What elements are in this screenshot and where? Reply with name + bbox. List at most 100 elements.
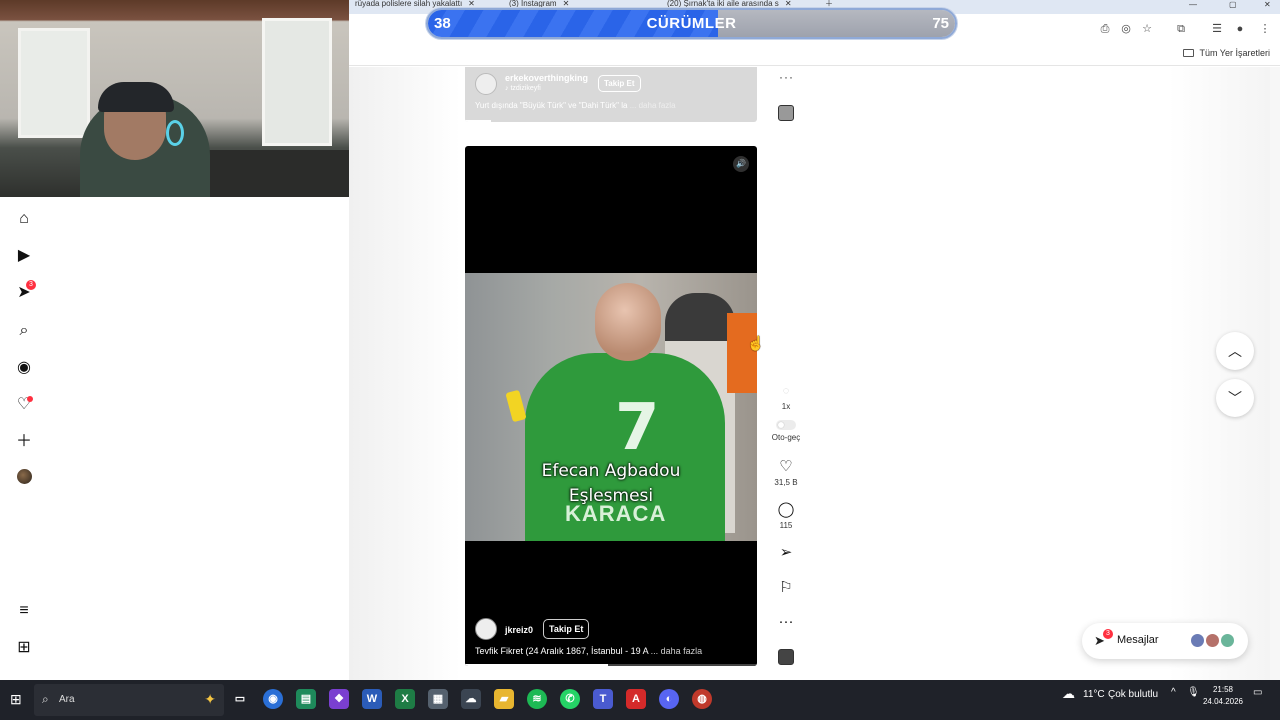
calculator-icon[interactable]: ▦ [428,689,448,709]
windows-start-icon[interactable]: ⊞ [10,692,24,706]
install-app-icon[interactable]: ⎙ [1098,22,1112,36]
media-control-icon[interactable]: ☰ [1210,22,1224,36]
maximize-icon[interactable]: ▢ [1229,0,1237,9]
search-icon[interactable]: ⌕ [14,321,34,341]
extensions-icon[interactable]: ⧉ [1174,22,1188,36]
share-icon[interactable]: ➢ [770,545,802,561]
chrome-icon[interactable]: ◉ [263,689,283,709]
menu-icon[interactable]: ≡ [14,601,34,621]
home-icon[interactable]: ⌂ [14,209,34,229]
notification-dot [27,396,33,402]
kebab-menu-icon[interactable]: ⋮ [1258,22,1272,36]
comment-icon[interactable]: ◯ [770,502,802,518]
close-tab-icon[interactable]: ✕ [563,0,570,8]
audio-thumbnail[interactable] [778,649,794,665]
next-reel-button[interactable]: ﹀ [1216,379,1254,417]
speed-control[interactable]: ◌ 1x [770,383,802,411]
chevron-up-icon: ︿ [1228,343,1242,359]
messages-pill[interactable]: ➤ 3 Mesajlar [1082,623,1248,659]
reel-progress[interactable] [465,664,757,666]
taskbar-search[interactable]: ⌕ Ara ✦ [34,684,224,716]
star-icon[interactable]: ☆ [1140,22,1154,36]
reel-caption[interactable]: Yurt dışında "Büyük Türk" ve "Dahi Türk"… [475,101,676,110]
reels-icon[interactable]: ▶ [14,246,34,266]
close-window-icon[interactable]: ✕ [1264,0,1271,9]
notifications-icon[interactable]: ▭ [1253,687,1262,698]
whatsapp-icon[interactable]: ✆ [560,689,580,709]
autoplay-toggle[interactable]: Oto-geç [770,420,802,442]
reel-previous[interactable]: erkekoverthingking ♪ tzdizikeyfi Takip E… [465,67,757,122]
more-options-button[interactable]: ··· [770,614,802,630]
all-bookmarks-folder[interactable]: Tüm Yer İşaretleri [1183,48,1270,58]
reel-username[interactable]: erkekoverthingking [505,73,588,83]
webcam-window-left [18,28,90,138]
profile-avatar-icon[interactable]: ● [1233,22,1247,36]
messages-pill-badge: 3 [1103,629,1113,639]
reel-username[interactable]: jkreiz0 [505,625,533,635]
messages-label: Mesajlar [1117,634,1159,646]
reel-caption[interactable]: Tevfik Fikret (24 Aralık 1867, İstanbul … [475,646,702,656]
close-tab-icon[interactable]: ✕ [785,0,792,8]
previous-reel-button[interactable]: ︿ [1216,332,1254,370]
copilot-icon[interactable]: ❖ [329,689,349,709]
more-link[interactable]: ... daha fazla [630,101,676,110]
right-score: 75 [932,15,949,32]
taskbar-clock[interactable]: 21:58 24.04.2026 [1198,684,1248,708]
more-options-icon[interactable]: ··· [770,614,802,630]
audio-thumbnail[interactable] [778,105,794,121]
chevron-up-icon[interactable]: ^ [1171,687,1176,698]
save-button[interactable]: ⚐ [770,580,802,596]
minimize-icon[interactable]: — [1189,0,1197,9]
search-icon: ⌕ [42,692,49,706]
teams-icon[interactable]: T [593,689,613,709]
volume-icon[interactable]: 🔊 [733,156,749,172]
follow-button[interactable]: Takip Et [543,619,590,639]
reel-audio[interactable]: ♪ tzdizikeyfi [505,85,541,92]
comment-button[interactable]: ◯ 115 [770,502,802,531]
store-icon[interactable]: ▤ [296,689,316,709]
message-avatar [1190,633,1205,648]
excel-icon[interactable]: X [395,689,415,709]
like-button[interactable]: ♡ 31,5 B [770,459,802,488]
notifications-icon[interactable]: ♡ [14,395,34,415]
profile-nav-item[interactable] [14,469,34,489]
reel-current[interactable]: 🔊 7 KARACA Efecan Agbadou Eşlesmesi jkre… [465,146,757,666]
clock-time: 21:58 [1212,685,1234,694]
more-options-icon[interactable]: ··· [779,70,794,84]
task-view-icon[interactable]: ▭ [230,689,250,709]
messages-icon[interactable]: ➤ 3 [14,280,36,303]
clock-date: 24.04.2026 [1202,697,1244,706]
follow-button[interactable]: Takip Et [598,75,641,92]
reel-progress [465,120,491,122]
left-score: 38 [434,15,451,32]
create-icon[interactable]: ＋ [14,432,34,452]
heart-icon[interactable]: ♡ [770,459,802,475]
tab-title: (20) Şırnak'ta iki aile arasında s [667,0,779,8]
reel-author-avatar[interactable] [475,618,497,640]
spotify-icon[interactable]: ≋ [527,689,547,709]
score-title: CÜRÜMLER [646,15,737,32]
app-icon[interactable]: ☁ [461,689,481,709]
obs-icon[interactable]: ◍ [692,689,712,709]
discord-icon[interactable]: ◐ [659,689,679,709]
also-from-meta-icon[interactable]: ⊞ [14,638,34,658]
explore-icon[interactable]: ◉ [14,358,34,378]
page-scrollbar[interactable] [1270,67,1280,680]
toggle-switch[interactable] [776,420,796,430]
word-icon[interactable]: W [362,689,382,709]
more-link[interactable]: ... daha fazla [651,646,703,656]
close-tab-icon[interactable]: ✕ [468,0,475,8]
reel-author-avatar[interactable] [475,73,497,95]
eye-off-icon[interactable]: ◎ [1119,22,1133,36]
weather-icon[interactable]: ☁ [1062,686,1075,702]
autoplay-label: Oto-geç [771,433,801,442]
bookmark-icon[interactable]: ⚐ [770,580,802,596]
acrobat-icon[interactable]: A [626,689,646,709]
weather-desc[interactable]: Çok bulutlu [1108,689,1158,700]
weather-temp[interactable]: 11°C [1083,689,1105,700]
webcam-cap [98,82,174,112]
share-button[interactable]: ➢ [770,545,802,561]
score-overlay: CÜRÜMLER 38 75 [426,8,957,39]
speed-label: 1x [781,402,791,411]
file-explorer-icon[interactable]: ▰ [494,689,514,709]
